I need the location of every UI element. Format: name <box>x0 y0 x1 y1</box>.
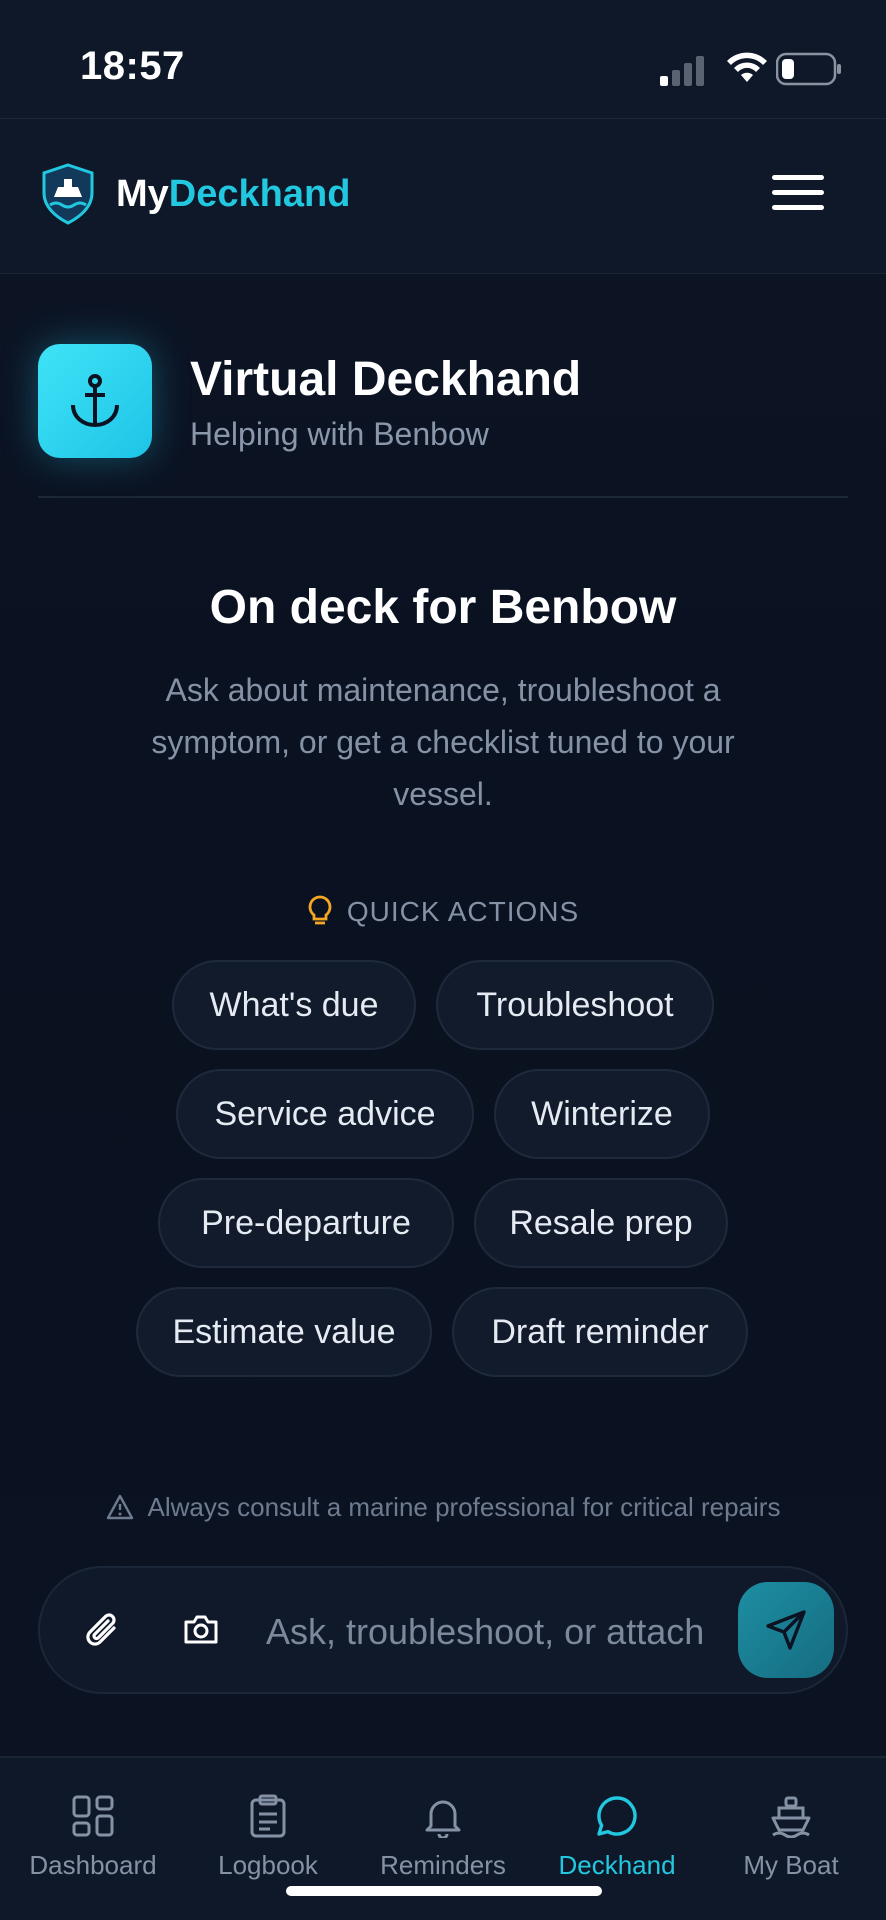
nav-reminders[interactable]: Reminders <box>358 1794 528 1881</box>
deckhand-screen: 18:57 MyDeckhand Virtual Deckhand Helpin… <box>0 0 886 1920</box>
ship-shield-icon[interactable] <box>40 163 96 225</box>
chip-service-advice[interactable]: Service advice <box>176 1069 474 1159</box>
warning-icon <box>106 1494 133 1520</box>
home-indicator[interactable] <box>286 1886 602 1896</box>
nav-dashboard-label: Dashboard <box>29 1850 157 1880</box>
assistant-title: Virtual Deckhand <box>190 353 582 406</box>
status-time: 18:57 <box>80 44 185 88</box>
nav-logbook-label: Logbook <box>218 1850 318 1880</box>
chip-troubleshoot[interactable]: Troubleshoot <box>436 960 714 1050</box>
lightbulb-icon <box>308 895 332 925</box>
hamburger-menu-icon[interactable] <box>772 175 824 219</box>
app-header: MyDeckhand <box>0 118 886 274</box>
quick-actions-label: QUICK ACTIONS <box>0 895 886 928</box>
clipboard-icon <box>250 1794 286 1838</box>
chat-bubble-icon <box>597 1796 637 1836</box>
nav-my-boat[interactable]: My Boat <box>706 1794 876 1881</box>
chip-pre-departure[interactable]: Pre-departure <box>158 1178 454 1268</box>
nav-deckhand[interactable]: Deckhand <box>532 1794 702 1881</box>
disclaimer: Always consult a marine professional for… <box>0 1492 886 1523</box>
brand-suffix: Deckhand <box>168 173 351 215</box>
message-composer <box>38 1566 848 1694</box>
attach-paperclip-icon[interactable] <box>84 1610 124 1652</box>
chip-resale-prep[interactable]: Resale prep <box>474 1178 728 1268</box>
quick-actions-text: QUICK ACTIONS <box>346 896 580 927</box>
send-icon <box>766 1610 806 1650</box>
nav-reminders-label: Reminders <box>380 1850 506 1880</box>
brand-prefix: My <box>116 173 169 215</box>
cellular-signal-icon <box>660 56 704 86</box>
chip-whats-due[interactable]: What's due <box>172 960 416 1050</box>
assistant-header: Virtual Deckhand Helping with Benbow <box>38 344 848 498</box>
chip-draft-reminder[interactable]: Draft reminder <box>452 1287 748 1377</box>
nav-logbook[interactable]: Logbook <box>183 1794 353 1881</box>
send-button[interactable] <box>738 1582 834 1678</box>
bell-icon <box>425 1800 461 1838</box>
boat-icon <box>771 1796 811 1838</box>
assistant-avatar <box>38 344 152 458</box>
grid-icon <box>72 1795 114 1837</box>
message-input[interactable] <box>266 1602 760 1662</box>
assistant-subtitle: Helping with Benbow <box>190 416 489 452</box>
anchor-icon <box>71 374 119 428</box>
nav-dashboard[interactable]: Dashboard <box>8 1794 178 1881</box>
chip-winterize[interactable]: Winterize <box>494 1069 710 1159</box>
nav-my-boat-label: My Boat <box>743 1850 839 1880</box>
hero-description: Ask about maintenance, troubleshoot a sy… <box>151 672 735 812</box>
wifi-icon <box>727 52 767 82</box>
camera-icon[interactable] <box>182 1612 220 1648</box>
brand-wordmark[interactable]: MyDeckhand <box>116 173 350 216</box>
nav-deckhand-label: Deckhand <box>558 1850 676 1880</box>
hero-title: On deck for Benbow <box>209 581 677 634</box>
status-bar: 18:57 <box>0 0 886 118</box>
chip-estimate-value[interactable]: Estimate value <box>136 1287 432 1377</box>
disclaimer-text: Always consult a marine professional for… <box>147 1492 781 1522</box>
battery-icon <box>776 52 841 86</box>
